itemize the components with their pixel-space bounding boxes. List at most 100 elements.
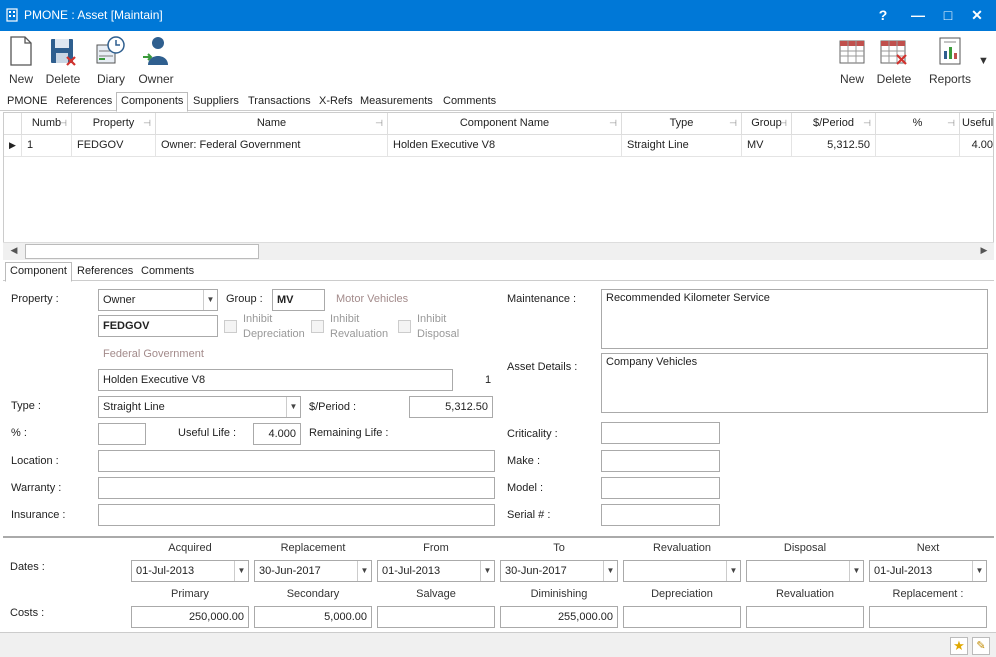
acquired-date[interactable]: 01-Jul-2013 ▼ — [131, 560, 249, 582]
cell-numb[interactable]: 1 — [22, 135, 72, 157]
secondary-cost-field[interactable]: 5,000.00 — [254, 606, 372, 628]
next-date[interactable]: 01-Jul-2013 ▼ — [869, 560, 987, 582]
group-code-field[interactable]: MV — [272, 289, 325, 311]
model-field[interactable] — [601, 477, 720, 499]
type-select[interactable]: Straight Line ▼ — [98, 396, 301, 418]
cell-percent[interactable] — [876, 135, 960, 157]
cell-period[interactable]: 5,312.50 — [792, 135, 876, 157]
col-percent[interactable]: % ⊣ — [876, 113, 960, 135]
cell-property[interactable]: FEDGOV — [72, 135, 156, 157]
property-name-link[interactable]: Federal Government — [103, 348, 204, 360]
from-date[interactable]: 01-Jul-2013 ▼ — [377, 560, 495, 582]
col-type[interactable]: Type ⊣ — [622, 113, 742, 135]
inhibit-revaluation-checkbox[interactable] — [311, 320, 324, 333]
property-type-select[interactable]: Owner ▼ — [98, 289, 218, 311]
period-field[interactable]: 5,312.50 — [409, 396, 493, 418]
chevron-down-icon[interactable]: ▼ — [357, 561, 371, 581]
cell-component-name[interactable]: Holden Executive V8 — [388, 135, 622, 157]
col-group[interactable]: Group ⊣ — [742, 113, 792, 135]
scroll-right-icon[interactable]: ▶ — [977, 245, 991, 256]
components-grid[interactable]: Numb ⊣ Property ⊣ Name ⊣ Component Name ⊣ Ty… — [3, 112, 994, 260]
col-property[interactable]: Property ⊣ — [72, 113, 156, 135]
toolbar-overflow-icon[interactable]: ▼ — [978, 55, 989, 67]
col-numb[interactable]: Numb ⊣ — [22, 113, 72, 135]
criticality-field[interactable] — [601, 422, 720, 444]
close-button[interactable]: ✕ — [967, 5, 987, 25]
tab-suppliers[interactable]: Suppliers — [189, 93, 243, 111]
primary-header: Primary — [171, 588, 209, 600]
tab-measurements[interactable]: Measurements — [356, 93, 437, 111]
inhibit-depreciation-checkbox[interactable] — [224, 320, 237, 333]
cell-useful[interactable]: 4.00 — [960, 135, 993, 157]
col-period[interactable]: $/Period ⊣ — [792, 113, 876, 135]
maintenance-textarea[interactable]: Recommended Kilometer Service — [601, 289, 988, 349]
chevron-down-icon[interactable]: ▼ — [726, 561, 740, 581]
revaluation-cost-field[interactable] — [746, 606, 864, 628]
replacement-cost-field[interactable] — [869, 606, 987, 628]
chevron-down-icon[interactable]: ▼ — [234, 561, 248, 581]
minimize-button[interactable]: — — [908, 5, 928, 25]
depreciation-cost-field[interactable] — [623, 606, 741, 628]
chevron-down-icon[interactable]: ▼ — [849, 561, 863, 581]
make-field[interactable] — [601, 450, 720, 472]
scroll-thumb[interactable] — [25, 244, 259, 259]
chevron-down-icon[interactable]: ▼ — [603, 561, 617, 581]
reports-button[interactable]: Reports — [926, 35, 974, 86]
maximize-button[interactable]: □ — [938, 5, 958, 25]
tab-component[interactable]: Component — [5, 262, 72, 282]
property-code-field[interactable]: FEDGOV — [98, 315, 218, 337]
diary-button[interactable]: Diary — [94, 35, 128, 86]
location-field[interactable] — [98, 450, 495, 472]
warranty-field[interactable] — [98, 477, 495, 499]
component-new-button[interactable]: New — [836, 35, 868, 86]
disposal-date[interactable]: ▼ — [746, 560, 864, 582]
salvage-cost-field[interactable] — [377, 606, 495, 628]
to-date[interactable]: 30-Jun-2017 ▼ — [500, 560, 618, 582]
tab-component-references[interactable]: References — [73, 263, 137, 281]
table-row[interactable]: ▶ 1 FEDGOV Owner: Federal Government Hol… — [4, 135, 993, 157]
component-delete-button[interactable]: Delete — [875, 35, 913, 86]
cell-type[interactable]: Straight Line — [622, 135, 742, 157]
revaluation-date[interactable]: ▼ — [623, 560, 741, 582]
col-name[interactable]: Name ⊣ — [156, 113, 388, 135]
tab-comments[interactable]: Comments — [439, 93, 500, 111]
favourite-star-icon[interactable]: ★ — [950, 637, 968, 655]
serial-field[interactable] — [601, 504, 720, 526]
percent-field[interactable] — [98, 423, 146, 445]
inhibit-disposal-checkbox[interactable] — [398, 320, 411, 333]
tab-references[interactable]: References — [52, 93, 116, 111]
tab-x-refs[interactable]: X-Refs — [315, 93, 357, 111]
tab-components[interactable]: Components — [116, 92, 189, 112]
asset-details-textarea[interactable]: Company Vehicles — [601, 353, 988, 413]
notes-icon[interactable]: ✎ — [972, 637, 990, 655]
delete-button[interactable]: Delete — [44, 35, 82, 86]
cell-group[interactable]: MV — [742, 135, 792, 157]
window-title: PMONE : Asset [Maintain] — [24, 8, 163, 22]
chevron-down-icon[interactable]: ▼ — [203, 290, 217, 310]
tab-pmone[interactable]: PMONE — [3, 93, 51, 111]
tab-component-comments[interactable]: Comments — [137, 263, 198, 281]
chevron-down-icon[interactable]: ▼ — [480, 561, 494, 581]
chevron-down-icon[interactable]: ▼ — [286, 397, 300, 417]
owner-button[interactable]: Owner — [136, 35, 176, 86]
new-button[interactable]: New — [6, 35, 36, 86]
cell-name[interactable]: Owner: Federal Government — [156, 135, 388, 157]
remaining-life-label: Remaining Life : — [309, 427, 389, 439]
asset-details-label: Asset Details : — [507, 361, 578, 373]
replacement-date[interactable]: 30-Jun-2017 ▼ — [254, 560, 372, 582]
scroll-left-icon[interactable]: ◀ — [7, 245, 21, 256]
help-button[interactable]: ? — [873, 5, 893, 25]
useful-life-field[interactable]: 4.000 — [253, 423, 301, 445]
toolbar: New Delete Diary Owner New Delete Report… — [0, 31, 996, 91]
col-component-name[interactable]: Component Name ⊣ — [388, 113, 622, 135]
tab-transactions[interactable]: Transactions — [244, 93, 315, 111]
diminishing-cost-field[interactable]: 255,000.00 — [500, 606, 618, 628]
grid-horizontal-scrollbar[interactable]: ◀ ▶ — [3, 242, 994, 260]
col-useful[interactable]: Useful — [960, 113, 993, 135]
diary-clock-icon — [96, 36, 125, 64]
primary-cost-field[interactable]: 250,000.00 — [131, 606, 249, 628]
chevron-down-icon[interactable]: ▼ — [972, 561, 986, 581]
insurance-field[interactable] — [98, 504, 495, 526]
group-name-link[interactable]: Motor Vehicles — [336, 293, 408, 305]
component-name-field[interactable]: Holden Executive V8 — [98, 369, 453, 391]
